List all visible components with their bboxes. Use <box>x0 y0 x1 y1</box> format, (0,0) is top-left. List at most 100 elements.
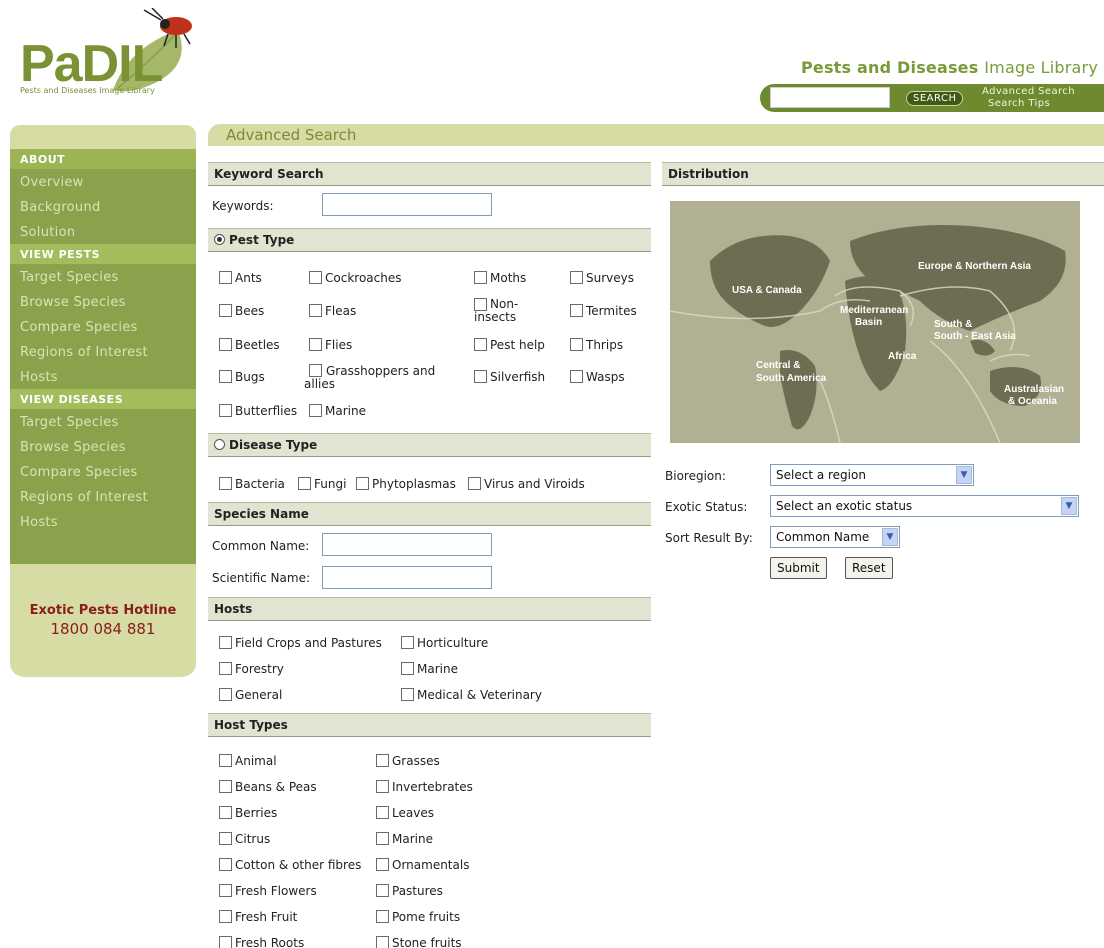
host-type-checkbox[interactable] <box>376 832 389 845</box>
pest-checkbox-marine[interactable] <box>309 404 322 417</box>
disease-checkbox-fungi[interactable] <box>298 477 311 490</box>
map-region-usa-canada[interactable]: USA & Canada <box>732 285 802 296</box>
chevron-down-icon: ▼ <box>956 466 972 484</box>
species-name-header: Species Name <box>208 502 651 526</box>
host-checkbox-forestry[interactable] <box>219 662 232 675</box>
map-region-mediterranean-2[interactable]: Basin <box>855 317 882 328</box>
keywords-input[interactable] <box>322 193 492 216</box>
pest-checkbox-cockroaches[interactable] <box>309 271 322 284</box>
advanced-search-link[interactable]: Advanced Search <box>982 86 1075 97</box>
disease-checkbox-virus[interactable] <box>468 477 481 490</box>
host-type-label: Stone fruits <box>392 936 462 948</box>
host-type-checkbox[interactable] <box>219 780 232 793</box>
map-region-central-america-1[interactable]: Central & <box>756 360 800 371</box>
sidebar-item-solution[interactable]: Solution <box>10 219 196 244</box>
bioregion-select[interactable]: Select a region ▼ <box>770 464 974 486</box>
host-checkbox-field-crops[interactable] <box>219 636 232 649</box>
host-checkbox-general[interactable] <box>219 688 232 701</box>
host-type-checkbox[interactable] <box>219 858 232 871</box>
disease-checkbox-bacteria[interactable] <box>219 477 232 490</box>
map-region-central-america-2[interactable]: South America <box>756 373 827 384</box>
pest-checkbox-ants[interactable] <box>219 271 232 284</box>
pest-checkbox-termites[interactable] <box>570 304 583 317</box>
pest-checkbox-beetles[interactable] <box>219 338 232 351</box>
sidebar-item-diseases-hosts[interactable]: Hosts <box>10 509 196 534</box>
pest-checkbox-thrips[interactable] <box>570 338 583 351</box>
host-checkbox-marine[interactable] <box>401 662 414 675</box>
pest-checkbox-fleas[interactable] <box>309 304 322 317</box>
map-region-australasia-1[interactable]: Australasian <box>1004 384 1064 395</box>
host-type-checkbox[interactable] <box>376 910 389 923</box>
site-title-light: Image Library <box>984 58 1098 77</box>
host-checkbox-horticulture[interactable] <box>401 636 414 649</box>
scientific-name-input[interactable] <box>322 566 492 589</box>
host-type-checkbox[interactable] <box>376 858 389 871</box>
host-type-checkbox[interactable] <box>219 884 232 897</box>
disease-type-label: Disease Type <box>229 438 318 452</box>
disease-label-virus: Virus and Viroids <box>484 477 585 491</box>
sidebar-item-diseases-target-species[interactable]: Target Species <box>10 409 196 434</box>
reset-button[interactable]: Reset <box>845 557 893 579</box>
host-type-checkbox[interactable] <box>376 806 389 819</box>
pest-checkbox-bugs[interactable] <box>219 370 232 383</box>
host-checkbox-medical[interactable] <box>401 688 414 701</box>
pest-checkbox-moths[interactable] <box>474 271 487 284</box>
submit-button[interactable]: Submit <box>770 557 827 579</box>
pest-checkbox-silverfish[interactable] <box>474 370 487 383</box>
map-region-europe[interactable]: Europe & Northern Asia <box>918 261 1031 272</box>
pest-checkbox-wasps[interactable] <box>570 370 583 383</box>
host-type-checkbox[interactable] <box>219 936 232 948</box>
host-type-label: Citrus <box>235 832 271 846</box>
sidebar-item-pests-target-species[interactable]: Target Species <box>10 264 196 289</box>
host-type-checkbox[interactable] <box>219 754 232 767</box>
map-region-australasia-2[interactable]: & Oceania <box>1008 396 1057 407</box>
exotic-status-select[interactable]: Select an exotic status ▼ <box>770 495 1079 517</box>
map-region-africa[interactable]: Africa <box>888 351 917 362</box>
disease-checkbox-phytoplasmas[interactable] <box>356 477 369 490</box>
distribution-map[interactable]: Europe & Northern Asia USA & Canada Medi… <box>670 201 1080 443</box>
common-name-input[interactable] <box>322 533 492 556</box>
sidebar-item-pests-compare-species[interactable]: Compare Species <box>10 314 196 339</box>
pest-checkbox-surveys[interactable] <box>570 271 583 284</box>
sidebar-item-overview[interactable]: Overview <box>10 169 196 194</box>
pest-checkbox-flies[interactable] <box>309 338 322 351</box>
page-title: Advanced Search <box>226 126 357 144</box>
host-type-checkbox[interactable] <box>376 754 389 767</box>
map-region-mediterranean-1[interactable]: Mediterranean <box>840 305 908 316</box>
pest-type-header[interactable]: Pest Type <box>208 228 651 252</box>
hosts-header: Hosts <box>208 597 651 621</box>
header-search-button[interactable]: SEARCH <box>906 91 964 106</box>
header-search-input[interactable] <box>770 87 890 108</box>
sort-result-select[interactable]: Common Name ▼ <box>770 526 900 548</box>
sidebar-item-diseases-compare-species[interactable]: Compare Species <box>10 459 196 484</box>
host-type-checkbox[interactable] <box>376 780 389 793</box>
sidebar-item-background[interactable]: Background <box>10 194 196 219</box>
host-type-checkbox[interactable] <box>219 832 232 845</box>
search-tips-link[interactable]: Search Tips <box>988 98 1050 109</box>
host-type-checkbox[interactable] <box>219 910 232 923</box>
map-region-south-asia-1[interactable]: South & <box>934 319 972 330</box>
pest-label-butterflies: Butterflies <box>235 404 298 418</box>
pest-label-flies: Flies <box>325 338 353 352</box>
sidebar-item-pests-hosts[interactable]: Hosts <box>10 364 196 389</box>
pest-label-fleas: Fleas <box>325 304 357 318</box>
disease-type-header[interactable]: Disease Type <box>208 433 651 457</box>
common-name-label: Common Name: <box>212 539 310 553</box>
host-type-checkbox[interactable] <box>376 884 389 897</box>
pest-type-radio[interactable] <box>214 234 225 245</box>
pest-checkbox-bees[interactable] <box>219 304 232 317</box>
host-type-label: Cotton & other fibres <box>235 858 362 872</box>
sidebar-item-diseases-browse-species[interactable]: Browse Species <box>10 434 196 459</box>
pest-checkbox-butterflies[interactable] <box>219 404 232 417</box>
padil-logo[interactable]: PaDIL Pests and Diseases Image Library <box>18 7 198 98</box>
disease-type-radio[interactable] <box>214 439 225 450</box>
host-type-checkbox[interactable] <box>376 936 389 948</box>
pest-label-bees: Bees <box>235 304 265 318</box>
exotic-pests-hotline: Exotic Pests Hotline 1800 084 881 <box>10 603 196 638</box>
sidebar-item-pests-browse-species[interactable]: Browse Species <box>10 289 196 314</box>
pest-checkbox-pest-help[interactable] <box>474 338 487 351</box>
map-region-south-asia-2[interactable]: South - East Asia <box>934 331 1016 342</box>
sidebar-item-diseases-regions[interactable]: Regions of Interest <box>10 484 196 509</box>
host-type-checkbox[interactable] <box>219 806 232 819</box>
sidebar-item-pests-regions[interactable]: Regions of Interest <box>10 339 196 364</box>
